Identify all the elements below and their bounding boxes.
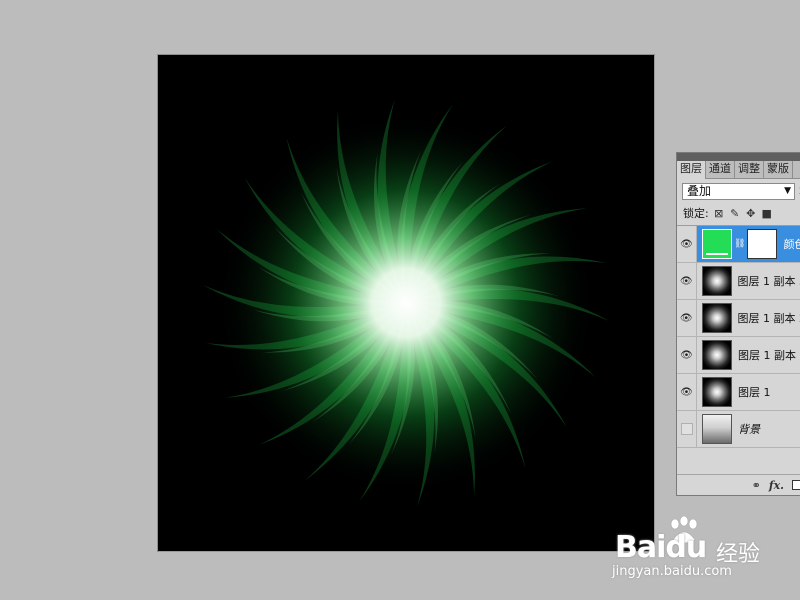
add-mask-icon[interactable] (792, 480, 800, 490)
layer-thumbnail (702, 377, 732, 407)
layer-row-background[interactable]: 背景 (677, 411, 800, 448)
lock-transparency-icon[interactable]: ⊠ (713, 203, 725, 225)
eye-icon: 👁 (679, 312, 693, 324)
layer-row-copy3[interactable]: 👁 图层 1 副本 3 (677, 263, 800, 300)
visibility-toggle[interactable]: 👁 (677, 337, 697, 373)
green-swirl-artwork (202, 99, 610, 507)
lock-brush-icon[interactable]: ✎ (729, 203, 741, 225)
fill-thumbnail (702, 229, 732, 259)
visibility-toggle[interactable]: 👁 (677, 226, 697, 262)
tab-masks[interactable]: 蒙版 (764, 161, 793, 178)
layer-thumbnail (701, 266, 732, 296)
eye-icon: 👁 (680, 238, 693, 250)
layer-row-layer1[interactable]: 👁 图层 1 (677, 374, 800, 411)
watermark-url: jingyan.baidu.com (612, 564, 732, 579)
panel-titlebar[interactable] (677, 153, 800, 161)
link-layers-icon[interactable]: ⚭ (752, 479, 761, 492)
layer-row-color[interactable]: 👁 ⛓ 颜色 (677, 226, 800, 263)
blend-mode-select[interactable]: 叠加 ▼ (682, 183, 795, 200)
panel-footer: ⚭ fx. (677, 474, 800, 495)
blend-mode-value: 叠加 (687, 184, 712, 198)
layer-row-copy[interactable]: 👁 图层 1 副本 (677, 337, 800, 374)
eye-icon: 👁 (679, 275, 693, 287)
layer-name: 颜色 (783, 238, 800, 251)
tab-layers[interactable]: 图层 (677, 161, 706, 179)
fx-icon[interactable]: fx. (769, 479, 784, 492)
mask-thumbnail[interactable] (747, 229, 778, 259)
document-canvas[interactable] (158, 55, 654, 551)
watermark-brand-du: du (665, 530, 707, 565)
tab-adjustments[interactable]: 调整 (735, 161, 764, 178)
layer-name: 图层 1 副本 3 (737, 275, 800, 288)
visibility-toggle[interactable]: 👁 (677, 300, 697, 336)
watermark-brand-bai: Bai (615, 530, 666, 565)
lock-row: 锁定: ⊠ ✎ ✥ ■ (677, 203, 800, 225)
visibility-toggle[interactable]: 👁 (677, 374, 697, 410)
layer-name: 背景 (738, 423, 760, 436)
chain-link-icon[interactable]: ⛓ (734, 239, 745, 249)
background-thumbnail (702, 414, 732, 444)
panel-tabs: 图层 通道 调整 蒙版 (677, 161, 800, 179)
layer-name: 图层 1 副本 (738, 349, 796, 362)
dropdown-arrow-icon: ▼ (784, 186, 791, 196)
layer-name: 图层 1 副本 2 (737, 312, 800, 325)
eye-icon: 👁 (680, 386, 693, 398)
lock-all-icon[interactable]: ■ (761, 203, 773, 225)
layer-row-copy2[interactable]: 👁 图层 1 副本 2 (677, 300, 800, 337)
layers-list: 👁 ⛓ 颜色 👁 图层 1 副本 3 👁 图层 1 副本 2 👁 图层 1 副本… (677, 225, 800, 448)
eye-icon: 👁 (680, 349, 693, 361)
watermark-brand: Baidu (615, 530, 707, 565)
layer-thumbnail (701, 303, 732, 333)
layer-thumbnail (702, 340, 732, 370)
tab-channels[interactable]: 通道 (706, 161, 735, 178)
baidu-jingyan-watermark: Baidu 经验 jingyan.baidu.com (612, 516, 772, 586)
visibility-toggle[interactable]: 👁 (677, 263, 697, 299)
layers-panel: 图层 通道 调整 蒙版 叠加 ▼ 不 锁定: ⊠ ✎ ✥ ■ 👁 ⛓ 颜色 👁 … (676, 152, 800, 496)
blend-mode-row: 叠加 ▼ 不 (677, 179, 800, 203)
lock-label: 锁定: (683, 207, 709, 220)
hidden-eye-icon (680, 423, 693, 435)
visibility-toggle[interactable] (677, 411, 697, 447)
lock-move-icon[interactable]: ✥ (745, 203, 757, 225)
layer-name: 图层 1 (738, 386, 771, 399)
